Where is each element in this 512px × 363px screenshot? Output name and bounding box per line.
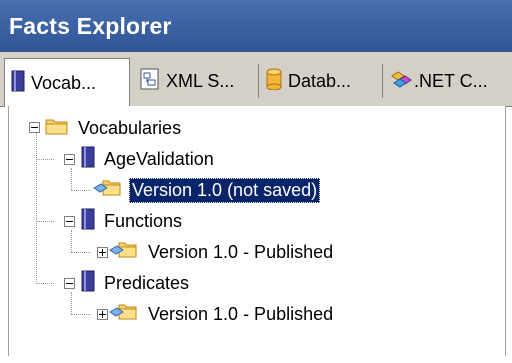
tree-node-vocabulary[interactable]: Predicates (81, 269, 192, 297)
tab-strip: Vocab... XML S... Datab... .NET C... (0, 52, 512, 107)
tab-net-classes[interactable]: .NET C... (384, 61, 510, 101)
tree-node-vocabularies[interactable]: Vocabularies (45, 114, 184, 142)
tree-connector (71, 168, 72, 190)
tab-xml-schemas[interactable]: XML S... (134, 61, 254, 101)
tree-expand-toggle[interactable] (97, 247, 108, 258)
vocabulary-book-icon (81, 146, 95, 173)
tree-connector (36, 132, 37, 284)
version-icon (109, 240, 139, 265)
tree-collapse-toggle[interactable] (64, 216, 75, 227)
tab-separator (382, 64, 383, 98)
folder-icon (45, 117, 69, 140)
tree-connector (71, 230, 72, 252)
tree-connector (71, 190, 91, 191)
tree-node-version[interactable]: Version 1.0 - Published (109, 300, 336, 328)
version-icon (109, 302, 139, 327)
tab-xml-schemas-label: XML S... (166, 70, 235, 91)
tab-net-classes-label: .NET C... (414, 70, 488, 91)
tree-collapse-toggle[interactable] (64, 154, 75, 165)
tree-connector (71, 314, 91, 315)
tree-node-vocabulary[interactable]: AgeValidation (81, 145, 217, 173)
tree-collapse-toggle[interactable] (64, 278, 75, 289)
tree-node-label: Predicates (104, 272, 190, 293)
net-class-icon (390, 68, 412, 95)
vocabulary-book-icon (11, 70, 25, 97)
facts-explorer-panel: Facts Explorer Vocab... XML S... Datab..… (0, 0, 512, 363)
version-icon (93, 178, 123, 203)
tab-databases[interactable]: Datab... (260, 61, 378, 101)
tree-connector (71, 252, 91, 253)
tree-connector (36, 283, 54, 284)
tab-databases-label: Datab... (288, 70, 352, 91)
tree-connector (36, 221, 54, 222)
tree-node-vocabulary[interactable]: Functions (81, 207, 185, 235)
tab-vocabularies[interactable]: Vocab... (4, 58, 130, 107)
database-cylinder-icon (266, 68, 282, 95)
xml-schema-icon (140, 68, 160, 95)
vocabulary-book-icon (81, 208, 95, 235)
tree-connector (36, 159, 54, 160)
tree-collapse-toggle[interactable] (29, 122, 40, 133)
tree-node-label: AgeValidation (104, 148, 214, 169)
tree-expand-toggle[interactable] (97, 309, 108, 320)
panel-title: Facts Explorer (0, 0, 512, 52)
tree-node-label: Version 1.0 - Published (148, 241, 334, 262)
tree-node-version[interactable]: Version 1.0 - Published (109, 238, 336, 266)
tree-node-label: Version 1.0 - Published (148, 303, 334, 324)
vocabulary-book-icon (81, 270, 95, 297)
vocabulary-tree: Vocabularies AgeValidation Version 1.0 (… (8, 106, 506, 356)
tree-node-label: Vocabularies (78, 117, 182, 138)
tab-separator (258, 64, 259, 98)
tree-node-version[interactable]: Version 1.0 (not saved) (93, 176, 321, 204)
tree-node-label: Functions (104, 210, 183, 231)
tree-connector (71, 292, 72, 314)
tree-node-label: Version 1.0 (not saved) (129, 177, 321, 203)
tab-vocabularies-label: Vocab... (31, 72, 97, 93)
